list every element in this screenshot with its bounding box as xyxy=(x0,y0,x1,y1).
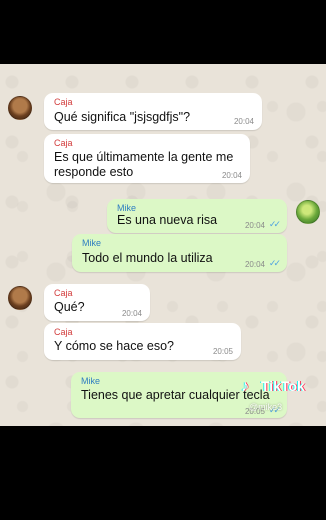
message-text: Es una nueva risa xyxy=(117,213,218,227)
sender-name: Mike xyxy=(82,238,102,248)
message-time: 20:04 xyxy=(121,309,142,318)
message-time: 20:04 xyxy=(244,260,265,269)
message-text: Qué? xyxy=(54,300,85,314)
sender-name: Caja xyxy=(54,138,73,148)
tiktok-logo-icon: ♪ xyxy=(241,378,249,395)
message-bubble-incoming[interactable]: Caja Y cómo se hace eso? 20:05 xyxy=(44,323,241,360)
read-check-icon: ✓✓ xyxy=(268,258,281,268)
sender-name: Mike xyxy=(81,376,101,386)
sender-name: Caja xyxy=(54,327,73,337)
message-time: 20:04 xyxy=(221,171,242,180)
tiktok-username: @mike3 xyxy=(249,402,283,412)
tiktok-brand: TikTok xyxy=(261,378,305,394)
message-text: Todo el mundo la utiliza xyxy=(82,251,213,265)
message-bubble-outgoing[interactable]: Mike Todo el mundo la utiliza 20:04 ✓✓ xyxy=(72,234,287,272)
caja-avatar[interactable] xyxy=(8,96,32,120)
message-bubble-incoming[interactable]: Caja Qué significa "jsjsgdfjs"? 20:04 xyxy=(44,93,262,130)
sender-name: Caja xyxy=(54,97,73,107)
message-text: Qué significa "jsjsgdfjs"? xyxy=(54,110,191,124)
message-text-line2: responde esto xyxy=(54,165,134,179)
message-text: Y cómo se hace eso? xyxy=(54,339,174,353)
chat-background: Caja Qué significa "jsjsgdfjs"? 20:04 Ca… xyxy=(0,64,326,426)
message-bubble-incoming[interactable]: Caja Qué? 20:04 xyxy=(44,284,150,321)
message-bubble-outgoing[interactable]: Mike Es una nueva risa 20:04 ✓✓ xyxy=(107,199,287,233)
message-time: 20:04 xyxy=(244,221,265,230)
mike-avatar[interactable] xyxy=(296,200,320,224)
sender-name: Caja xyxy=(54,288,73,298)
message-time: 20:04 xyxy=(233,117,254,126)
message-bubble-incoming[interactable]: Caja Es que últimamente la gente me resp… xyxy=(44,134,250,183)
tiktok-watermark: ♪ TikTok @mike3 xyxy=(241,378,325,422)
caja-avatar[interactable] xyxy=(8,286,32,310)
read-check-icon: ✓✓ xyxy=(268,219,281,229)
message-time: 20:05 xyxy=(212,347,233,356)
